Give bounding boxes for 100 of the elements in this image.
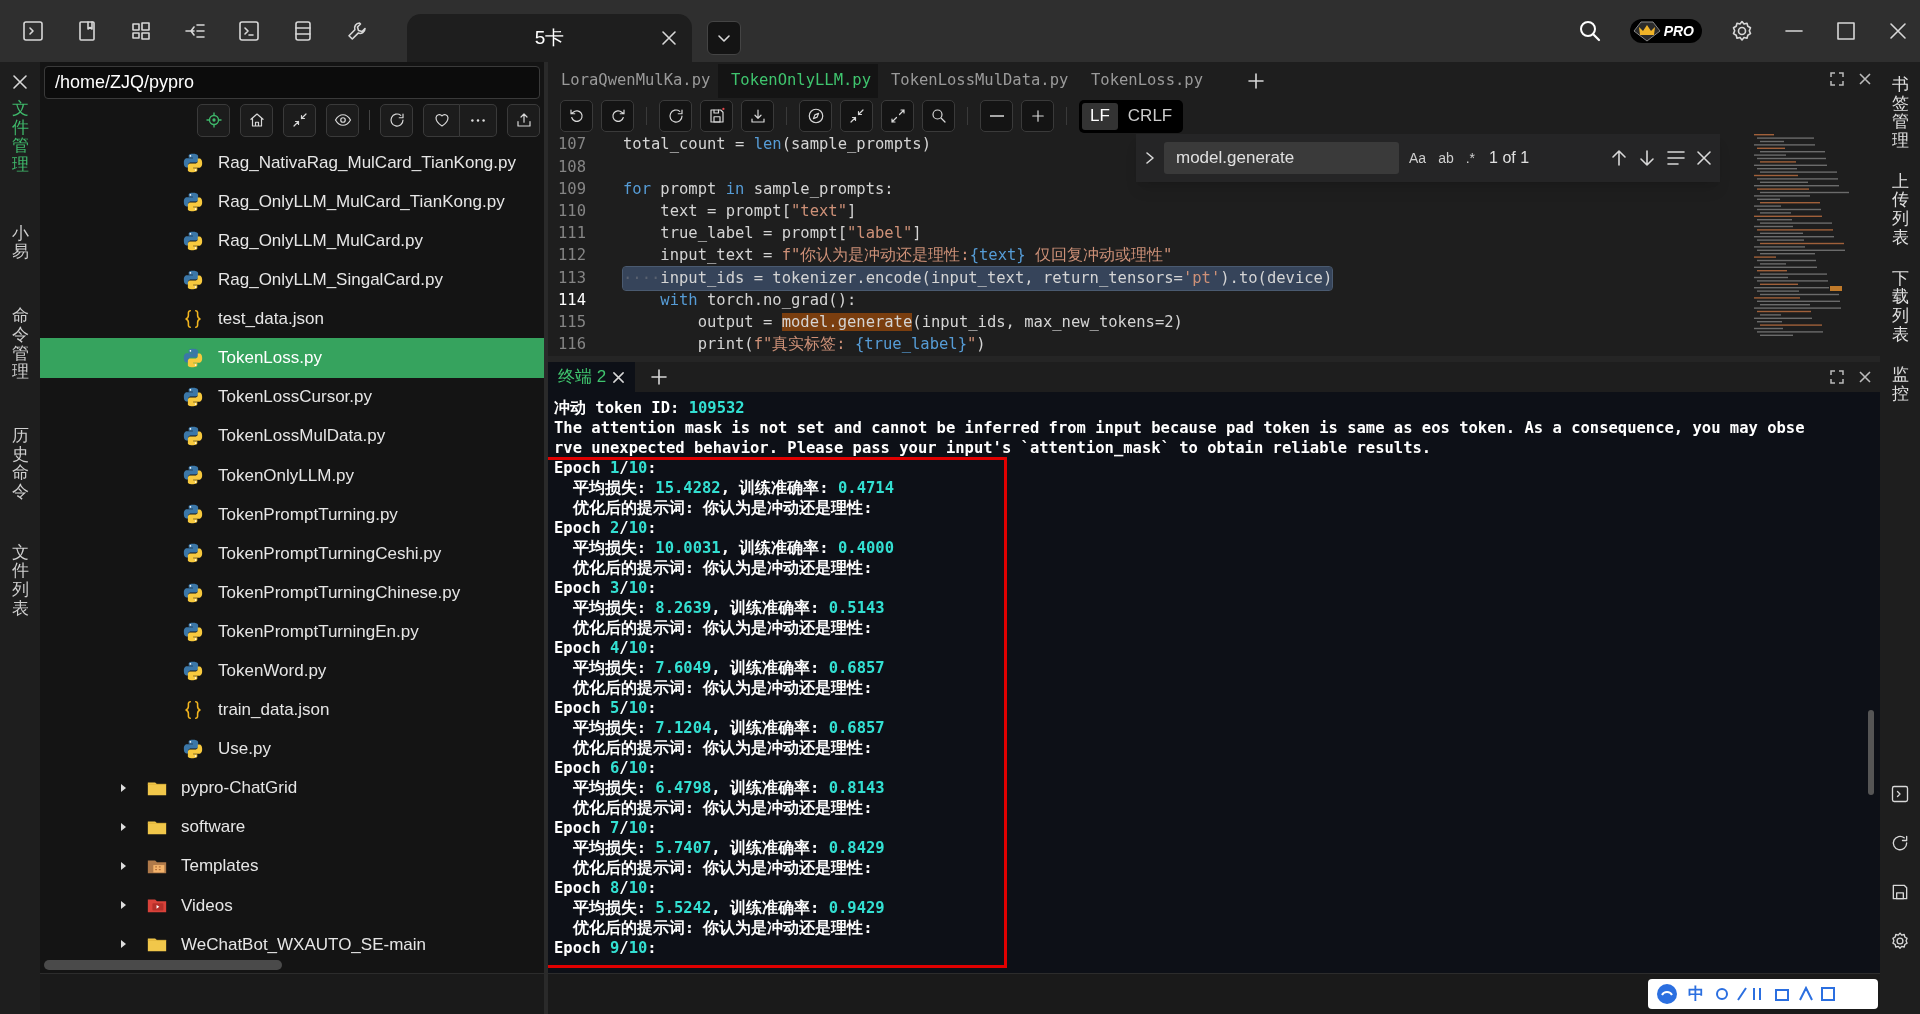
layout-icon[interactable]	[129, 19, 153, 43]
selection-icon[interactable]	[1666, 149, 1686, 167]
find-option-toggle[interactable]: ab	[1436, 147, 1456, 169]
caret-right-icon[interactable]	[118, 783, 128, 794]
editor-tab[interactable]: LoraQwenMulKa.py	[548, 64, 718, 98]
close-icon[interactable]	[612, 370, 626, 384]
upload-button[interactable]	[507, 103, 540, 137]
settings-icon[interactable]	[1730, 19, 1754, 43]
path-field[interactable]: /home/ZJQ/pypro	[44, 66, 540, 99]
dropdown-button[interactable]	[707, 21, 741, 55]
file-item[interactable]: TokenPromptTurning.py	[40, 494, 544, 534]
close-icon[interactable]	[12, 74, 28, 90]
rail-tab[interactable]: 书签管理	[1891, 76, 1909, 151]
braces-icon	[182, 307, 204, 330]
terminal-icon[interactable]	[1890, 784, 1910, 804]
line-ending-toggle[interactable]: CRLF	[1119, 102, 1181, 130]
file-item[interactable]: Rag_OnlyLLM_MulCard.py	[40, 221, 544, 261]
file-item[interactable]: TokenOnlyLLM.py	[40, 455, 544, 495]
expand-button[interactable]	[881, 100, 914, 132]
close-icon[interactable]	[660, 29, 678, 47]
file-item[interactable]: Use.py	[40, 729, 544, 769]
reload-button[interactable]	[659, 100, 692, 132]
zoom-out-button[interactable]	[980, 100, 1013, 132]
fullscreen-icon[interactable]	[1830, 72, 1844, 86]
find-option-toggle[interactable]: Aa	[1407, 147, 1429, 169]
wrench-icon[interactable]	[345, 19, 369, 43]
add-tab-icon[interactable]	[1248, 73, 1264, 89]
find-input[interactable]: model.generate	[1164, 142, 1399, 174]
zoom-in-button[interactable]	[1021, 100, 1054, 132]
ime-toolbar[interactable]: 中	[1648, 979, 1878, 1009]
editor-tab[interactable]: TokenLoss.py	[1078, 64, 1228, 98]
scrollbar-thumb[interactable]	[44, 960, 282, 970]
file-item[interactable]: Rag_OnlyLLM_MulCard_TianKong.py	[40, 182, 544, 222]
redo-button[interactable]	[601, 100, 634, 132]
file-item[interactable]: TokenPromptTurningCeshi.py	[40, 533, 544, 574]
rail-tab[interactable]: 命令管理	[11, 307, 29, 382]
search-button[interactable]	[922, 100, 955, 132]
save-button[interactable]	[700, 100, 733, 132]
folder-item[interactable]: pypro-ChatGrid	[40, 768, 544, 808]
arrow-up-icon[interactable]	[1610, 149, 1628, 167]
rail-tab[interactable]: 文件列表	[11, 543, 29, 619]
rail-tab[interactable]: 上传列表	[1891, 172, 1909, 248]
download-button[interactable]	[741, 100, 774, 132]
arrow-down-icon[interactable]	[1638, 149, 1656, 167]
file-item[interactable]: Rag_OnlyLLM_SingalCard.py	[40, 260, 544, 300]
file-item[interactable]: test_data.json	[40, 299, 544, 339]
file-item[interactable]: TokenWord.py	[40, 651, 544, 691]
refresh-icon[interactable]	[1890, 833, 1910, 853]
editor-tab[interactable]: TokenOnlyLLM.py	[718, 64, 878, 98]
file-item[interactable]: TokenLossMulData.py	[40, 416, 544, 456]
save-icon[interactable]	[1890, 882, 1910, 902]
favorite-button[interactable]	[423, 103, 460, 137]
eye-button[interactable]	[326, 103, 359, 137]
folder-item[interactable]: Templates	[40, 846, 544, 886]
line-ending-toggle[interactable]: LF	[1082, 102, 1118, 130]
refresh-button[interactable]	[380, 103, 413, 137]
collapse-button[interactable]	[840, 100, 873, 132]
folder-item[interactable]: Videos	[40, 885, 544, 925]
undo-button[interactable]	[560, 100, 593, 132]
compass-button[interactable]	[799, 100, 832, 132]
file-name: Rag_OnlyLLM_SingalCard.py	[218, 269, 443, 292]
file-item[interactable]: TokenPromptTurningEn.py	[40, 612, 544, 652]
console-icon[interactable]	[237, 19, 261, 43]
folder-item[interactable]: software	[40, 807, 544, 847]
rail-tab[interactable]: 监控	[1891, 366, 1909, 404]
pro-badge[interactable]: PRO	[1629, 19, 1702, 43]
file-item[interactable]: train_data.json	[40, 690, 544, 730]
scrollbar-thumb[interactable]	[1868, 710, 1874, 795]
python-icon	[182, 464, 204, 487]
search-icon[interactable]	[1577, 19, 1602, 43]
rail-tab[interactable]: 下载列表	[1891, 269, 1909, 345]
rail-tab[interactable]: 文件管理	[11, 100, 29, 175]
terminal-icon[interactable]	[21, 19, 45, 43]
rail-tab[interactable]: 历史命令	[11, 426, 29, 502]
settings-icon[interactable]	[1890, 931, 1910, 951]
rail-tab[interactable]: 小易	[11, 224, 29, 263]
add-tab-icon[interactable]	[651, 369, 668, 385]
file-item[interactable]: Rag_NativaRag_MulCard_TianKong.py	[40, 143, 544, 183]
maximize-icon[interactable]	[1834, 19, 1858, 43]
close-icon[interactable]	[1858, 72, 1872, 86]
collapse-button[interactable]	[283, 103, 316, 137]
caret-right-icon[interactable]	[118, 861, 128, 872]
file-item[interactable]: TokenPromptTurningChinese.py	[40, 573, 544, 613]
editor-tab[interactable]: TokenLossMulData.py	[878, 64, 1078, 98]
ime-mode-label[interactable]: 中	[1688, 982, 1704, 1006]
locate-button[interactable]	[197, 103, 230, 137]
close-icon[interactable]	[1696, 150, 1712, 166]
home-button[interactable]	[240, 103, 273, 137]
find-option-toggle[interactable]: .*	[1463, 147, 1478, 169]
caret-right-icon[interactable]	[118, 822, 128, 833]
folder-item[interactable]: WeChatBot_WXAUTO_SE-main	[40, 924, 544, 964]
fullscreen-icon[interactable]	[1830, 370, 1844, 384]
close-icon[interactable]	[1858, 370, 1872, 384]
caret-right-icon[interactable]	[118, 939, 128, 950]
terminal-line: 优化后的提示词: 你认为是冲动还是理性:	[571, 738, 874, 758]
terminal-tab[interactable]: 终端 2	[548, 362, 636, 392]
chevron-right-icon[interactable]	[1144, 151, 1156, 165]
file-item[interactable]: TokenLossCursor.py	[40, 377, 544, 417]
caret-right-icon[interactable]	[118, 900, 128, 911]
session-tab[interactable]: 5卡	[407, 14, 692, 62]
